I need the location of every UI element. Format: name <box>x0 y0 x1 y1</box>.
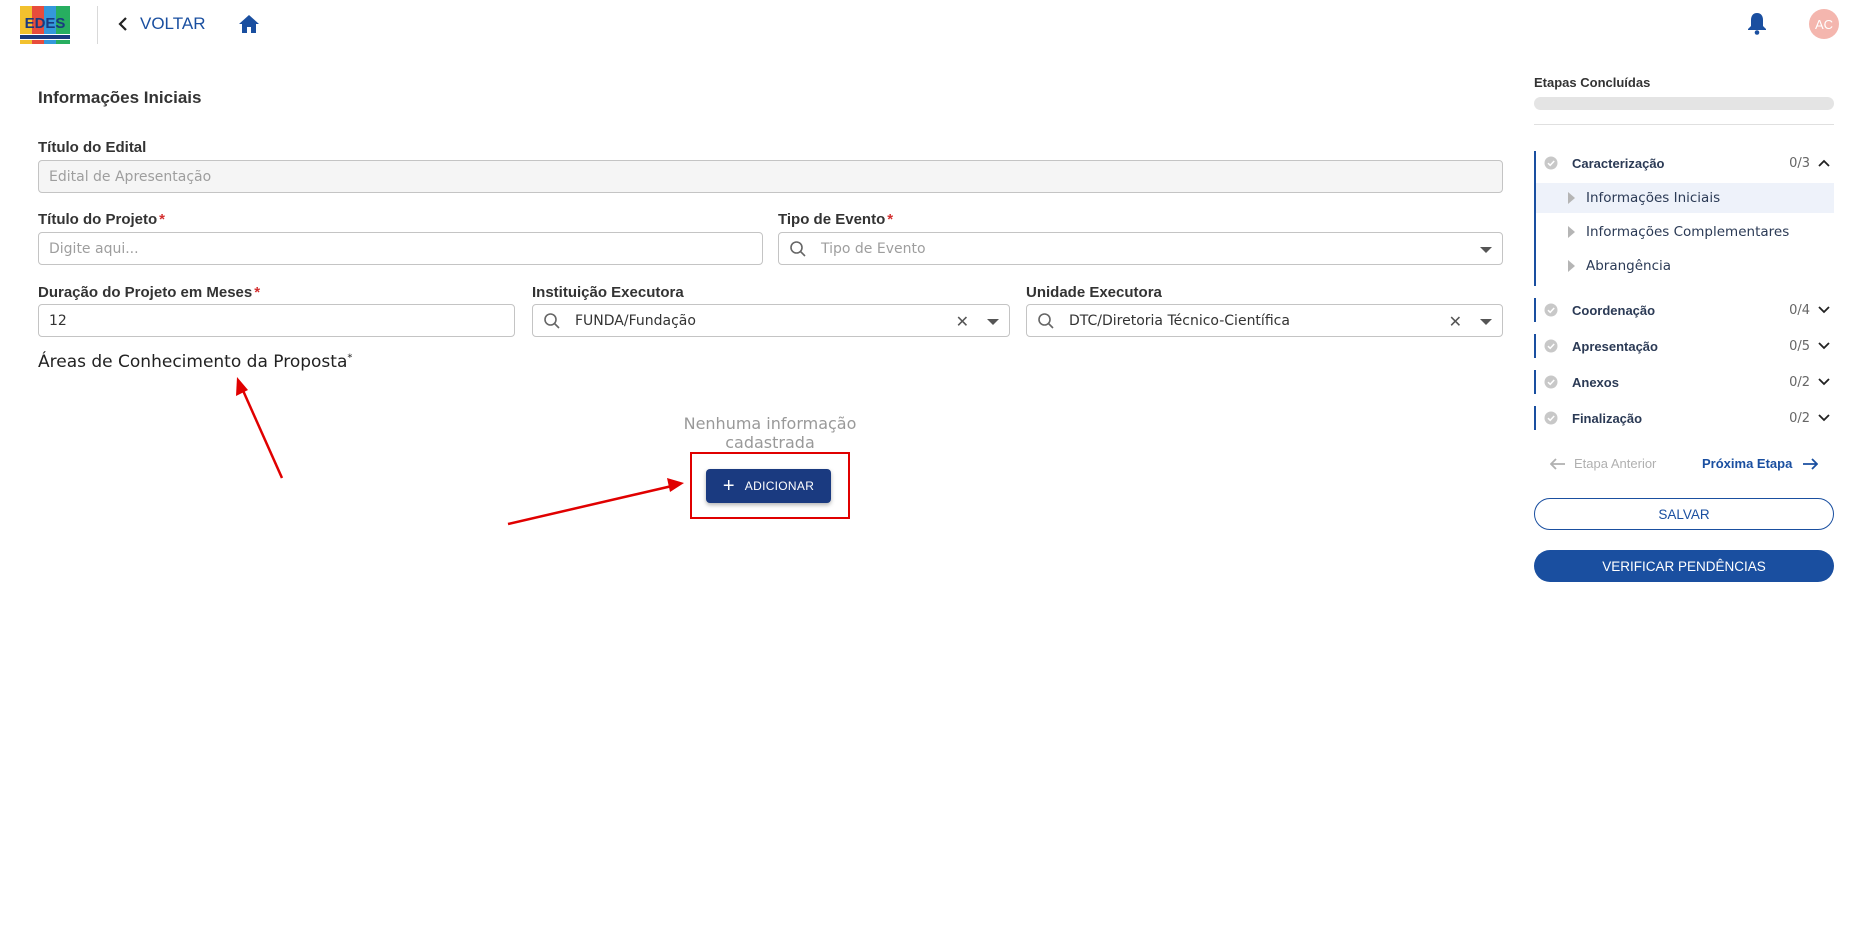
stage-count: 0/3 <box>1789 155 1810 171</box>
back-label: VOLTAR <box>140 14 206 33</box>
search-icon <box>1038 312 1054 329</box>
titulo-projeto-placeholder: Digite aqui... <box>49 240 139 257</box>
stage-name: Caracterização <box>1572 155 1665 171</box>
institution-logo[interactable]: EDES <box>18 4 72 46</box>
substage-informacoes-complementares[interactable]: Informações Complementares <box>1536 217 1834 247</box>
stage-name: Coordenação <box>1572 302 1656 318</box>
annotation-arrow-button <box>507 478 684 526</box>
titulo-projeto-input[interactable]: Digite aqui... <box>38 232 763 265</box>
progress-label: Etapas Concluídas <box>1534 75 1651 90</box>
verify-pending-button[interactable]: VERIFICAR PENDÊNCIAS <box>1534 550 1834 582</box>
stage-finalizacao[interactable]: Finalização 0/2 <box>1534 405 1834 431</box>
empty-message: Nenhuma informação cadastrada <box>683 414 857 452</box>
chevron-up-icon[interactable] <box>1818 159 1830 167</box>
section-title: Informações Iniciais <box>38 88 202 107</box>
instituicao-label: Instituição Executora <box>532 284 684 301</box>
titulo-projeto-label: Título do Projeto * <box>38 211 165 228</box>
next-step-label: Próxima Etapa <box>1702 456 1793 471</box>
back-button[interactable]: VOLTAR <box>118 12 206 36</box>
previous-step-label: Etapa Anterior <box>1574 456 1657 471</box>
svg-text:EDES: EDES <box>25 15 66 32</box>
next-step-button[interactable]: Próxima Etapa <box>1702 456 1819 471</box>
tipo-evento-select[interactable]: Tipo de Evento <box>778 232 1503 265</box>
stage-count: 0/5 <box>1789 338 1810 354</box>
plus-icon: + <box>722 475 735 497</box>
add-button[interactable]: + ADICIONAR <box>706 469 831 503</box>
check-circle-icon <box>1544 339 1558 353</box>
search-icon <box>790 240 806 257</box>
progress-bar <box>1534 97 1834 110</box>
sidebar-divider <box>1534 124 1834 125</box>
titulo-edital-field: Edital de Apresentação <box>38 160 1503 193</box>
unidade-select[interactable]: DTC/Diretoria Técnico-Científica ✕ <box>1026 304 1503 337</box>
substage-label: Abrangência <box>1586 258 1672 274</box>
chevron-down-icon[interactable] <box>1818 414 1830 422</box>
instituicao-select[interactable]: FUNDA/Fundação ✕ <box>532 304 1010 337</box>
unidade-label: Unidade Executora <box>1026 284 1162 301</box>
top-header: EDES VOLTAR AC <box>0 0 1851 48</box>
duracao-label: Duração do Projeto em Meses * <box>38 284 261 301</box>
chevron-left-icon <box>118 17 127 31</box>
dropdown-caret-icon[interactable] <box>1480 319 1492 325</box>
duracao-input[interactable]: 12 <box>38 304 515 337</box>
areas-title: Áreas de Conhecimento da Proposta* <box>38 352 353 372</box>
caret-right-icon <box>1568 260 1575 272</box>
stage-count: 0/2 <box>1789 410 1810 426</box>
bell-icon[interactable] <box>1746 11 1768 35</box>
arrow-left-icon <box>1550 457 1565 470</box>
check-circle-icon <box>1544 375 1558 389</box>
substage-label: Informações Iniciais <box>1586 190 1721 206</box>
stage-count: 0/2 <box>1789 374 1810 390</box>
chevron-down-icon[interactable] <box>1818 306 1830 314</box>
stage-coordenacao[interactable]: Coordenação 0/4 <box>1534 297 1834 323</box>
caret-right-icon <box>1568 192 1575 204</box>
tipo-evento-placeholder: Tipo de Evento <box>821 240 926 257</box>
check-circle-icon <box>1544 303 1558 317</box>
clear-icon[interactable]: ✕ <box>956 312 969 331</box>
titulo-edital-label: Título do Edital <box>38 139 147 156</box>
chevron-down-icon[interactable] <box>1818 342 1830 350</box>
stage-name: Finalização <box>1572 410 1643 426</box>
previous-step-button[interactable]: Etapa Anterior <box>1550 456 1656 471</box>
check-circle-icon <box>1544 156 1558 170</box>
home-icon[interactable] <box>237 12 261 36</box>
header-divider <box>97 6 98 44</box>
unidade-value: DTC/Diretoria Técnico-Científica <box>1069 312 1290 329</box>
instituicao-value: FUNDA/Fundação <box>575 312 696 329</box>
user-avatar[interactable]: AC <box>1809 9 1839 39</box>
save-button[interactable]: SALVAR <box>1534 498 1834 530</box>
tipo-evento-label: Tipo de Evento * <box>778 211 894 228</box>
stage-anexos[interactable]: Anexos 0/2 <box>1534 369 1834 395</box>
duracao-value: 12 <box>49 312 67 329</box>
add-button-label: ADICIONAR <box>744 479 815 493</box>
substage-abrangencia[interactable]: Abrangência <box>1536 251 1834 281</box>
clear-icon[interactable]: ✕ <box>1449 312 1462 331</box>
chevron-down-icon[interactable] <box>1818 378 1830 386</box>
stage-name: Anexos <box>1572 374 1619 390</box>
substage-informacoes-iniciais[interactable]: Informações Iniciais <box>1536 183 1834 213</box>
arrow-right-icon <box>1803 457 1819 470</box>
search-icon <box>544 312 560 329</box>
substage-label: Informações Complementares <box>1586 224 1790 240</box>
annotation-arrow-areas <box>236 377 284 479</box>
stage-count: 0/4 <box>1789 302 1810 318</box>
dropdown-caret-icon[interactable] <box>987 319 999 325</box>
stage-apresentacao[interactable]: Apresentação 0/5 <box>1534 333 1834 359</box>
dropdown-caret-icon[interactable] <box>1480 247 1492 253</box>
caret-right-icon <box>1568 226 1575 238</box>
stage-name: Apresentação <box>1572 338 1658 354</box>
check-circle-icon <box>1544 411 1558 425</box>
titulo-edital-value: Edital de Apresentação <box>49 168 212 185</box>
stage-caracterizacao[interactable]: Caracterização 0/3 <box>1534 150 1834 176</box>
